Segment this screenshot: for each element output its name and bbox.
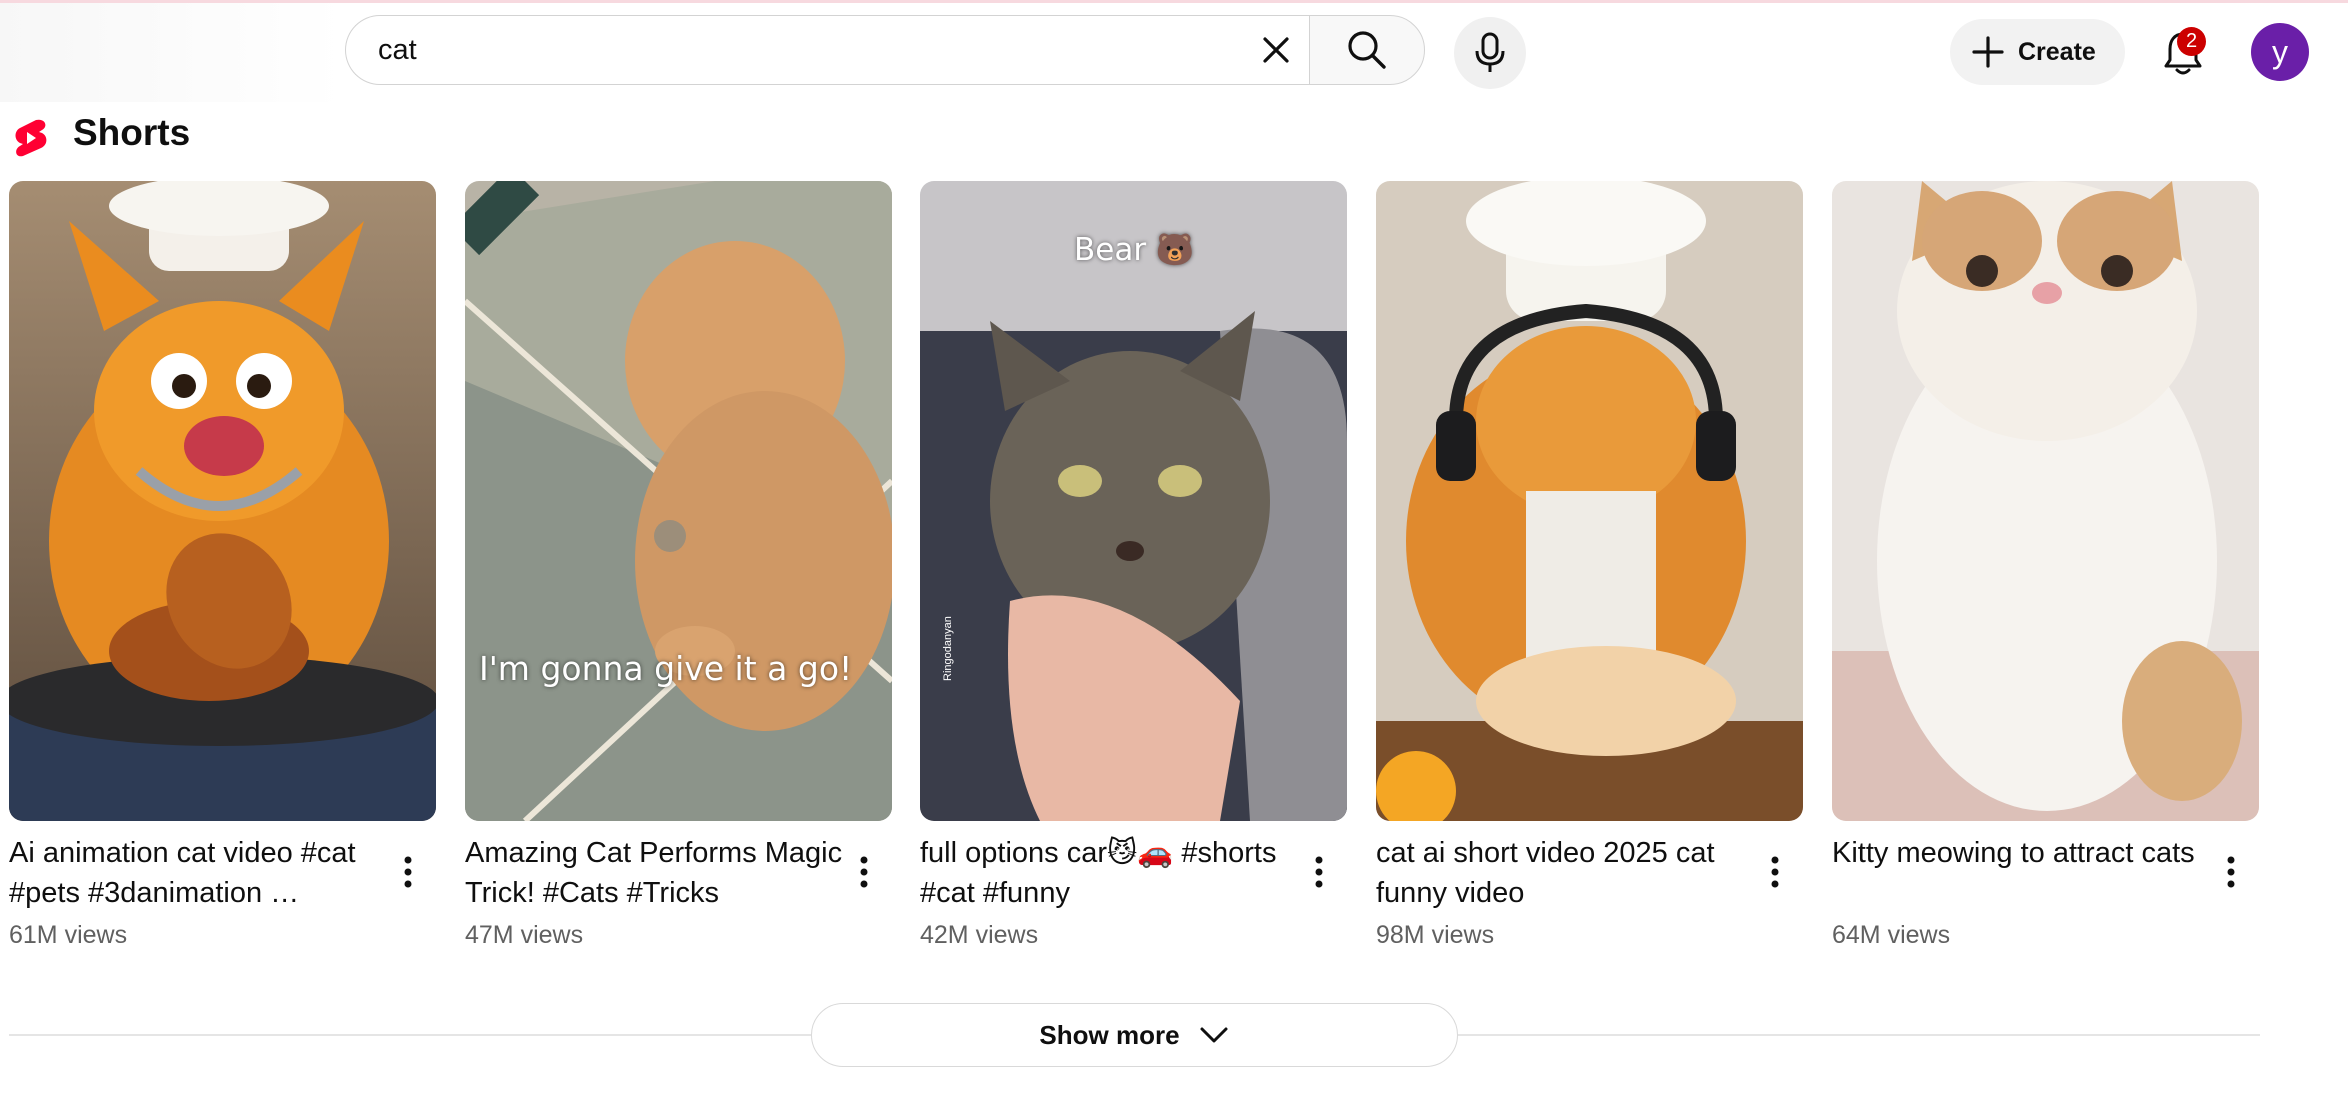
short-overlay-caption: I'm gonna give it a go! <box>479 649 853 688</box>
short-title[interactable]: Amazing Cat Performs Magic Trick! #Cats … <box>465 833 845 913</box>
microphone-icon <box>1475 32 1505 72</box>
short-views: 42M views <box>920 921 1039 949</box>
short-thumbnail[interactable]: I'm gonna give it a go! <box>465 181 892 821</box>
short-thumbnail[interactable]: Bear 🐻 Ringodanyan <box>920 181 1347 821</box>
search-input[interactable] <box>376 16 1180 85</box>
more-actions-button[interactable] <box>841 849 887 895</box>
search-box <box>345 15 1309 85</box>
chevron-down-icon <box>1198 1019 1230 1051</box>
more-vertical-icon <box>2227 856 2235 888</box>
short-title[interactable]: full options car😼🚗 #shorts #cat #funny <box>920 833 1300 913</box>
show-more-label: Show more <box>1039 1019 1180 1050</box>
more-vertical-icon <box>1771 856 1779 888</box>
clear-search-button[interactable] <box>1253 27 1299 73</box>
notification-count-badge: 2 <box>2177 27 2206 56</box>
short-overlay-caption: Bear 🐻 <box>1074 232 1195 268</box>
more-vertical-icon <box>404 856 412 888</box>
header-left-area <box>0 3 345 102</box>
plus-icon <box>1970 34 2006 70</box>
more-actions-button[interactable] <box>385 849 431 895</box>
show-more-button[interactable]: Show more <box>811 1003 1458 1067</box>
short-thumbnail[interactable] <box>1832 181 2259 821</box>
avatar[interactable]: y <box>2251 23 2309 81</box>
shorts-logo-icon <box>15 119 47 157</box>
short-views: 98M views <box>1376 921 1495 949</box>
search-icon <box>1348 31 1386 69</box>
short-title[interactable]: Ai animation cat video #cat #pets #3dani… <box>9 833 389 913</box>
more-vertical-icon <box>1315 856 1323 888</box>
voice-search-button[interactable] <box>1454 17 1526 89</box>
short-thumbnail[interactable] <box>1376 181 1803 821</box>
short-title[interactable]: cat ai short video 2025 cat funny video <box>1376 833 1756 913</box>
more-actions-button[interactable] <box>1296 849 1342 895</box>
short-title[interactable]: Kitty meowing to attract cats <box>1832 833 2212 873</box>
short-views: 47M views <box>465 921 584 949</box>
short-views: 64M views <box>1832 921 1951 949</box>
more-actions-button[interactable] <box>1752 849 1798 895</box>
top-accent-line <box>0 0 2348 3</box>
more-vertical-icon <box>860 856 868 888</box>
close-icon <box>1263 37 1289 63</box>
section-divider <box>9 1034 811 1036</box>
video-watermark: Ringodanyan <box>942 616 954 681</box>
short-thumbnail[interactable] <box>9 181 436 821</box>
section-divider <box>1458 1034 2260 1036</box>
shorts-section-title: Shorts <box>73 112 191 153</box>
short-views: 61M views <box>9 921 128 949</box>
more-actions-button[interactable] <box>2208 849 2254 895</box>
create-button[interactable]: Create <box>1950 19 2125 85</box>
create-label: Create <box>2018 37 2096 66</box>
search-button[interactable] <box>1309 15 1425 85</box>
